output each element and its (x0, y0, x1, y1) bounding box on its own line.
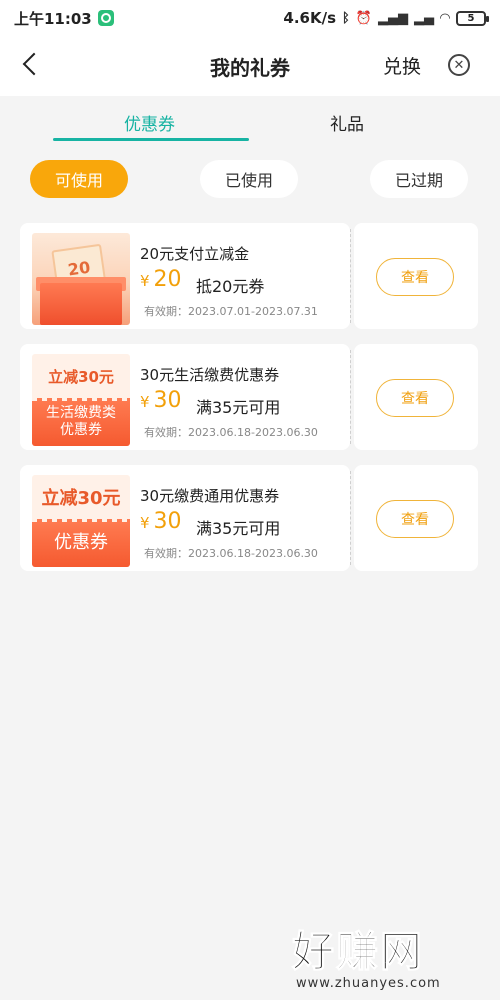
tab-gifts[interactable]: 礼品 (330, 110, 364, 135)
amount-value: 30 (153, 388, 182, 413)
coupon-thumbnail: 立减30元 优惠券 (32, 475, 130, 567)
status-right: 4.6K/s ᛒ ⏰ ▂▄▆ ▂▄ ◠ 5 (283, 9, 489, 27)
app-notification-icon (97, 10, 114, 26)
currency-symbol: ¥ (140, 514, 150, 532)
status-time: 上午11:03 (14, 9, 92, 28)
coupon-action-area: 查看 (354, 465, 478, 571)
coupon-card: 立减30元 优惠券 30元缴费通用优惠券 ¥30 满35元可用 有效期：2023… (20, 465, 478, 571)
gift-box-image: 20 (32, 233, 130, 325)
active-tab-indicator (53, 138, 249, 141)
coupon-title: 30元生活缴费优惠券 (140, 366, 280, 384)
thumb-category-line1: 优惠券 (54, 531, 108, 553)
thumb-category-line1: 生活缴费类 (46, 404, 116, 421)
coupon-amount: ¥30 (140, 388, 182, 413)
thumb-category: 优惠券 (32, 516, 130, 567)
coupon-card: 20 20元支付立减金 ¥20 抵20元券 有效期：2023.07.01-202… (20, 223, 478, 329)
coupon-validity: 有效期：2023.06.18-2023.06.30 (144, 426, 318, 439)
filter-expired[interactable]: 已过期 (370, 160, 468, 198)
coupon-card: 立减30元 生活缴费类 优惠券 30元生活缴费优惠券 ¥30 满35元可用 有效… (20, 344, 478, 450)
currency-symbol: ¥ (140, 272, 150, 290)
battery-icon: 5 (456, 10, 489, 26)
dashed-divider (350, 471, 351, 565)
nav-bar: 我的礼券 兑换 ✕ (0, 36, 500, 96)
tab-coupons[interactable]: 优惠券 (124, 110, 175, 135)
bluetooth-icon: ᛒ (342, 10, 350, 26)
zigzag-edge (32, 516, 130, 522)
thumb-discount-text: 立减30元 (48, 367, 114, 386)
signal-icon: ▂▄▆ (378, 10, 408, 26)
coupon-action-area: 查看 (354, 223, 478, 329)
zigzag-edge (32, 395, 130, 401)
thumb-discount-text: 立减30元 (41, 488, 121, 509)
coupon-body[interactable]: 立减30元 优惠券 30元缴费通用优惠券 ¥30 满35元可用 有效期：2023… (20, 465, 350, 571)
coupon-thumbnail: 立减30元 生活缴费类 优惠券 (32, 354, 130, 446)
coupon-condition: 抵20元券 (196, 277, 265, 296)
filter-used[interactable]: 已使用 (200, 160, 298, 198)
view-button[interactable]: 查看 (376, 258, 454, 296)
thumb-category-line2: 优惠券 (60, 422, 102, 438)
dashed-divider (350, 350, 351, 444)
wifi-icon: ◠ (440, 10, 450, 26)
status-bar: 上午11:03 4.6K/s ᛒ ⏰ ▂▄▆ ▂▄ ◠ 5 (0, 0, 500, 36)
view-button[interactable]: 查看 (376, 500, 454, 538)
coupon-title: 30元缴费通用优惠券 (140, 487, 280, 505)
coupon-amount: ¥30 (140, 509, 182, 534)
page-title: 我的礼券 (210, 56, 290, 80)
watermark: 好赚网 www.zhuanyes.com (291, 918, 492, 994)
amount-value: 20 (153, 267, 182, 292)
net-speed: 4.6K/s (283, 9, 336, 27)
filter-available[interactable]: 可使用 (30, 160, 128, 198)
coupon-condition: 满35元可用 (196, 398, 281, 417)
view-button[interactable]: 查看 (376, 379, 454, 417)
currency-symbol: ¥ (140, 393, 150, 411)
signal-weak-icon: ▂▄ (414, 10, 434, 26)
coupon-action-area: 查看 (354, 344, 478, 450)
coupon-body[interactable]: 立减30元 生活缴费类 优惠券 30元生活缴费优惠券 ¥30 满35元可用 有效… (20, 344, 350, 450)
alarm-icon: ⏰ (355, 10, 372, 26)
coupon-amount: ¥20 (140, 267, 182, 292)
watermark-brand: 好赚网 (291, 927, 425, 977)
watermark-url: www.zhuanyes.com (296, 976, 441, 991)
exchange-button[interactable]: 兑换 (383, 52, 421, 79)
coupon-validity: 有效期：2023.06.18-2023.06.30 (144, 547, 318, 560)
coupon-validity: 有效期：2023.07.01-2023.07.31 (144, 305, 318, 318)
coupon-condition: 满35元可用 (196, 519, 281, 538)
coupon-title: 20元支付立减金 (140, 245, 250, 263)
tab-bar: 优惠券 礼品 (0, 96, 500, 144)
dashed-divider (350, 229, 351, 323)
thumb-category: 生活缴费类 优惠券 (32, 395, 130, 446)
close-icon[interactable]: ✕ (448, 54, 470, 76)
coupon-body[interactable]: 20 20元支付立减金 ¥20 抵20元券 有效期：2023.07.01-202… (20, 223, 350, 329)
amount-value: 30 (153, 509, 182, 534)
gift-box-body (40, 283, 122, 325)
battery-level: 5 (467, 12, 475, 24)
